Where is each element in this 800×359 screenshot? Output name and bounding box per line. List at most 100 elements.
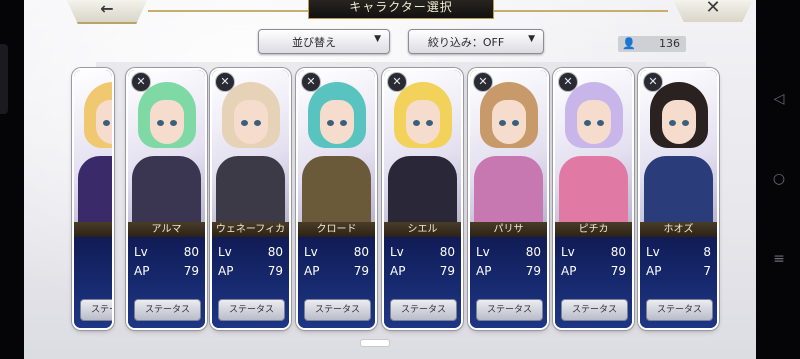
character-name-bar bbox=[74, 222, 112, 237]
character-stats: Lv 80 AP 79 ステータス bbox=[212, 237, 289, 328]
character-portrait: ✕ bbox=[555, 70, 632, 222]
character-eye bbox=[254, 120, 261, 126]
ap-row: AP 7 bbox=[646, 264, 711, 278]
level-value: 80 bbox=[525, 245, 541, 259]
character-portrait: ✕ bbox=[128, 70, 205, 222]
character-card[interactable]: ✕ アルマ Lv 80 AP 79 ステータス bbox=[128, 70, 205, 328]
character-stats: Lv 80 AP 79 ステータス bbox=[384, 237, 461, 328]
element-crest-icon: ✕ bbox=[387, 72, 407, 92]
level-label: Lv bbox=[476, 245, 490, 259]
status-button[interactable]: ステータス bbox=[304, 299, 371, 321]
character-stats: Lv80 AP2 ステータス bbox=[74, 237, 112, 328]
back-arrow-icon: ← bbox=[100, 0, 114, 18]
sort-label: 並び替え bbox=[292, 36, 336, 49]
owned-count-box: 👤 136 bbox=[618, 36, 686, 52]
level-label: Lv bbox=[390, 245, 404, 259]
ap-label: AP bbox=[561, 264, 577, 278]
ap-label: AP bbox=[134, 264, 150, 278]
character-name: パリサ bbox=[493, 224, 524, 235]
element-crest-icon: ✕ bbox=[301, 72, 321, 92]
character-name: クロード bbox=[316, 224, 357, 235]
status-button[interactable]: ステータス bbox=[561, 299, 628, 321]
level-row: Lv 80 bbox=[304, 245, 369, 259]
character-stats: Lv 80 AP 79 ステータス bbox=[470, 237, 547, 328]
scroll-indicator[interactable] bbox=[360, 339, 390, 347]
ap-row: AP 79 bbox=[390, 264, 455, 278]
element-crest-icon: ✕ bbox=[215, 72, 235, 92]
character-outfit bbox=[78, 156, 112, 222]
character-name: ピチカ bbox=[578, 224, 609, 235]
level-row: Lv 80 bbox=[476, 245, 541, 259]
character-name: アルマ bbox=[151, 224, 182, 235]
character-name: シエル bbox=[407, 224, 438, 235]
ap-row: AP 79 bbox=[304, 264, 369, 278]
level-label: Lv bbox=[646, 245, 660, 259]
header-gold-edge-right bbox=[492, 10, 668, 12]
character-portrait: ✕ bbox=[384, 70, 461, 222]
sort-dropdown[interactable]: 並び替え ▼ bbox=[258, 29, 390, 54]
character-card[interactable]: ✕ ウェネーフィカ Lv 80 AP 79 ステータス bbox=[212, 70, 289, 328]
level-row: Lv 80 bbox=[390, 245, 455, 259]
character-outfit bbox=[132, 156, 201, 222]
character-card[interactable]: ✕ パリサ Lv 80 AP 79 ステータス bbox=[470, 70, 547, 328]
ap-value: 79 bbox=[525, 264, 541, 278]
close-button[interactable]: ✕ bbox=[670, 0, 756, 22]
character-card[interactable]: ✕ ホオズ Lv 8 AP 7 ステータス bbox=[640, 70, 717, 328]
character-face bbox=[406, 100, 440, 144]
character-name: ホオズ bbox=[663, 224, 694, 235]
character-eye bbox=[413, 120, 420, 126]
character-stats: Lv 80 AP 79 ステータス bbox=[128, 237, 205, 328]
character-card[interactable]: ✕ ピチカ Lv 80 AP 79 ステータス bbox=[555, 70, 632, 328]
character-name-bar: クロード bbox=[298, 222, 375, 237]
system-home-icon[interactable]: ○ bbox=[771, 171, 787, 187]
character-face bbox=[320, 100, 354, 144]
character-portrait: ✕ bbox=[470, 70, 547, 222]
element-crest-icon: ✕ bbox=[473, 72, 493, 92]
character-eye bbox=[669, 120, 676, 126]
character-eye bbox=[157, 120, 164, 126]
character-card[interactable]: ✕ シエル Lv 80 AP 79 ステータス bbox=[384, 70, 461, 328]
ap-row: AP 79 bbox=[476, 264, 541, 278]
character-eye bbox=[512, 120, 519, 126]
character-eye bbox=[340, 120, 347, 126]
character-eye bbox=[170, 120, 177, 126]
character-eye bbox=[241, 120, 248, 126]
status-button[interactable]: ステータス bbox=[476, 299, 543, 321]
character-eye bbox=[103, 120, 110, 126]
character-outfit bbox=[559, 156, 628, 222]
status-button[interactable]: ステータス bbox=[218, 299, 285, 321]
level-label: Lv bbox=[134, 245, 148, 259]
ap-row: AP 79 bbox=[134, 264, 199, 278]
system-back-icon[interactable]: ◁ bbox=[771, 91, 787, 107]
ap-label: AP bbox=[390, 264, 406, 278]
chevron-down-icon: ▼ bbox=[528, 34, 535, 44]
screen-title-plate: キャラクター選択 bbox=[308, 0, 494, 19]
level-row: Lv 80 bbox=[561, 245, 626, 259]
status-button[interactable]: ステータス bbox=[646, 299, 713, 321]
character-face bbox=[492, 100, 526, 144]
ap-value: 7 bbox=[703, 264, 711, 278]
character-name-bar: パリサ bbox=[470, 222, 547, 237]
status-button[interactable]: ステータス bbox=[134, 299, 201, 321]
back-button[interactable]: ← bbox=[64, 0, 150, 24]
ap-value: 79 bbox=[353, 264, 369, 278]
character-stats: Lv 80 AP 79 ステータス bbox=[298, 237, 375, 328]
character-card[interactable]: ✕ Lv80 AP2 ステータス bbox=[74, 70, 112, 328]
character-card[interactable]: ✕ クロード Lv 80 AP 79 ステータス bbox=[298, 70, 375, 328]
ap-value: 79 bbox=[183, 264, 199, 278]
element-crest-icon: ✕ bbox=[558, 72, 578, 92]
header-gold-edge-left bbox=[148, 10, 308, 12]
status-button[interactable]: ステータス bbox=[390, 299, 457, 321]
system-recents-icon[interactable]: ≡ bbox=[771, 251, 787, 267]
filter-dropdown[interactable]: 絞り込み：OFF ▼ bbox=[408, 29, 544, 54]
element-crest-icon: ✕ bbox=[643, 72, 663, 92]
ap-value: 79 bbox=[610, 264, 626, 278]
character-name-bar: シエル bbox=[384, 222, 461, 237]
ap-value: 79 bbox=[267, 264, 283, 278]
character-portrait: ✕ bbox=[74, 70, 112, 222]
ap-row: AP2 bbox=[80, 264, 112, 278]
character-face bbox=[150, 100, 184, 144]
character-outfit bbox=[644, 156, 713, 222]
level-value: 80 bbox=[439, 245, 455, 259]
status-button[interactable]: ステータス bbox=[80, 299, 112, 321]
